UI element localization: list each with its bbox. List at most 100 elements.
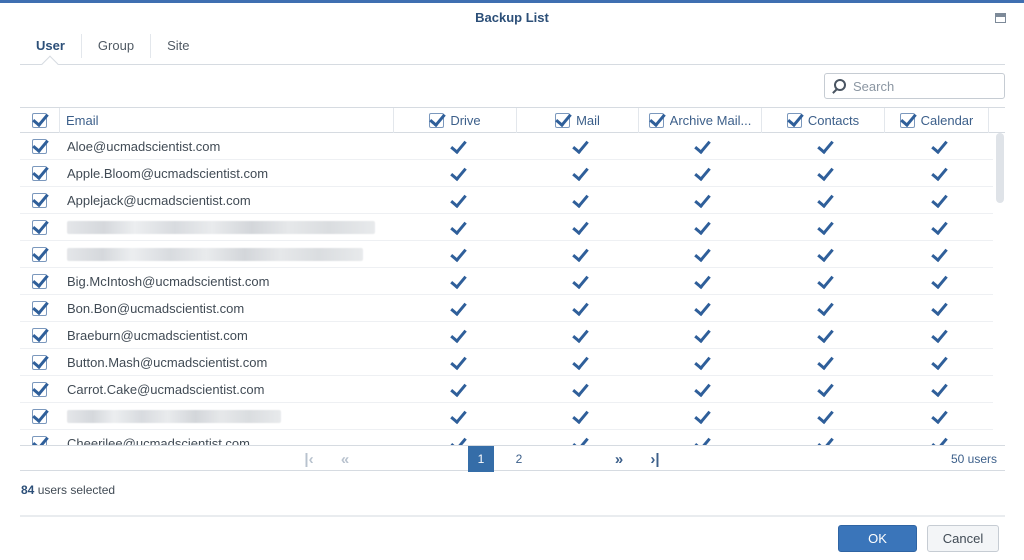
calendar-checkbox[interactable] [930, 166, 945, 181]
table-row[interactable]: Cheerilee@ucmadscientist.com [20, 430, 993, 445]
table-row[interactable] [20, 241, 993, 268]
table-row[interactable]: Button.Mash@ucmadscientist.com [20, 349, 993, 376]
mail-checkbox[interactable] [571, 355, 586, 370]
archive-mail-checkbox[interactable] [693, 409, 708, 424]
archive-mail-checkbox[interactable] [693, 382, 708, 397]
calendar-checkbox[interactable] [930, 301, 945, 316]
mail-checkbox[interactable] [571, 328, 586, 343]
archive-mail-column-checkbox[interactable] [648, 113, 664, 128]
select-all-checkbox[interactable] [32, 113, 47, 128]
header-select-all[interactable] [20, 108, 60, 133]
archive-mail-checkbox[interactable] [693, 355, 708, 370]
row-select-checkbox[interactable] [32, 247, 47, 262]
vertical-scrollbar[interactable] [996, 133, 1004, 203]
calendar-checkbox[interactable] [930, 274, 945, 289]
header-mail[interactable]: Mail [517, 108, 639, 133]
table-row[interactable] [20, 214, 993, 241]
archive-mail-checkbox[interactable] [693, 274, 708, 289]
mail-column-checkbox[interactable] [555, 113, 571, 128]
contacts-checkbox[interactable] [816, 193, 831, 208]
contacts-checkbox[interactable] [816, 220, 831, 235]
last-page-button[interactable]: ›| [644, 446, 666, 472]
archive-mail-checkbox[interactable] [693, 166, 708, 181]
mail-checkbox[interactable] [571, 301, 586, 316]
table-row[interactable]: Braeburn@ucmadscientist.com [20, 322, 993, 349]
drive-checkbox[interactable] [449, 301, 464, 316]
archive-mail-checkbox[interactable] [693, 301, 708, 316]
mail-checkbox[interactable] [571, 274, 586, 289]
row-select-checkbox[interactable] [32, 382, 47, 397]
header-archive-mail[interactable]: Archive Mail... [639, 108, 762, 133]
next-page-button[interactable]: » [608, 446, 630, 472]
contacts-checkbox[interactable] [816, 139, 831, 154]
contacts-checkbox[interactable] [816, 382, 831, 397]
contacts-checkbox[interactable] [816, 436, 831, 445]
contacts-checkbox[interactable] [816, 166, 831, 181]
maximize-icon[interactable] [995, 13, 1006, 23]
archive-mail-checkbox[interactable] [693, 247, 708, 262]
drive-checkbox[interactable] [449, 220, 464, 235]
calendar-checkbox[interactable] [930, 220, 945, 235]
contacts-checkbox[interactable] [816, 247, 831, 262]
page-2-button[interactable]: 2 [506, 446, 532, 472]
mail-checkbox[interactable] [571, 409, 586, 424]
calendar-checkbox[interactable] [930, 409, 945, 424]
drive-checkbox[interactable] [449, 382, 464, 397]
contacts-checkbox[interactable] [816, 355, 831, 370]
row-select-checkbox[interactable] [32, 436, 47, 445]
archive-mail-checkbox[interactable] [693, 436, 708, 445]
calendar-column-checkbox[interactable] [899, 113, 915, 128]
contacts-checkbox[interactable] [816, 409, 831, 424]
table-row[interactable]: Carrot.Cake@ucmadscientist.com [20, 376, 993, 403]
table-row[interactable]: Bon.Bon@ucmadscientist.com [20, 295, 993, 322]
previous-page-button[interactable]: « [334, 446, 356, 472]
mail-checkbox[interactable] [571, 193, 586, 208]
mail-checkbox[interactable] [571, 166, 586, 181]
calendar-checkbox[interactable] [930, 139, 945, 154]
mail-checkbox[interactable] [571, 139, 586, 154]
archive-mail-checkbox[interactable] [693, 139, 708, 154]
archive-mail-checkbox[interactable] [693, 328, 708, 343]
calendar-checkbox[interactable] [930, 328, 945, 343]
contacts-checkbox[interactable] [816, 328, 831, 343]
calendar-checkbox[interactable] [930, 436, 945, 445]
row-select-checkbox[interactable] [32, 193, 47, 208]
table-row[interactable]: Aloe@ucmadscientist.com [20, 133, 993, 160]
calendar-checkbox[interactable] [930, 247, 945, 262]
search-input[interactable] [853, 77, 998, 95]
row-select-checkbox[interactable] [32, 220, 47, 235]
table-row[interactable] [20, 403, 993, 430]
table-row[interactable]: Big.McIntosh@ucmadscientist.com [20, 268, 993, 295]
row-select-checkbox[interactable] [32, 139, 47, 154]
calendar-checkbox[interactable] [930, 382, 945, 397]
header-calendar[interactable]: Calendar [885, 108, 989, 133]
drive-checkbox[interactable] [449, 328, 464, 343]
calendar-checkbox[interactable] [930, 193, 945, 208]
row-select-checkbox[interactable] [32, 409, 47, 424]
row-select-checkbox[interactable] [32, 166, 47, 181]
tab-user[interactable]: User [20, 34, 82, 65]
drive-column-checkbox[interactable] [429, 113, 445, 128]
mail-checkbox[interactable] [571, 247, 586, 262]
contacts-checkbox[interactable] [816, 274, 831, 289]
table-row[interactable]: Applejack@ucmadscientist.com [20, 187, 993, 214]
contacts-checkbox[interactable] [816, 301, 831, 316]
header-contacts[interactable]: Contacts [762, 108, 885, 133]
page-1-button[interactable]: 1 [468, 446, 494, 472]
drive-checkbox[interactable] [449, 355, 464, 370]
drive-checkbox[interactable] [449, 436, 464, 445]
archive-mail-checkbox[interactable] [693, 193, 708, 208]
header-drive[interactable]: Drive [394, 108, 517, 133]
row-select-checkbox[interactable] [32, 328, 47, 343]
tab-group[interactable]: Group [82, 34, 152, 58]
first-page-button[interactable]: |‹ [298, 446, 320, 472]
drive-checkbox[interactable] [449, 193, 464, 208]
drive-checkbox[interactable] [449, 247, 464, 262]
drive-checkbox[interactable] [449, 139, 464, 154]
ok-button[interactable]: OK [838, 525, 917, 552]
mail-checkbox[interactable] [571, 382, 586, 397]
tab-site[interactable]: Site [151, 34, 205, 58]
mail-checkbox[interactable] [571, 436, 586, 445]
cancel-button[interactable]: Cancel [927, 525, 999, 552]
archive-mail-checkbox[interactable] [693, 220, 708, 235]
